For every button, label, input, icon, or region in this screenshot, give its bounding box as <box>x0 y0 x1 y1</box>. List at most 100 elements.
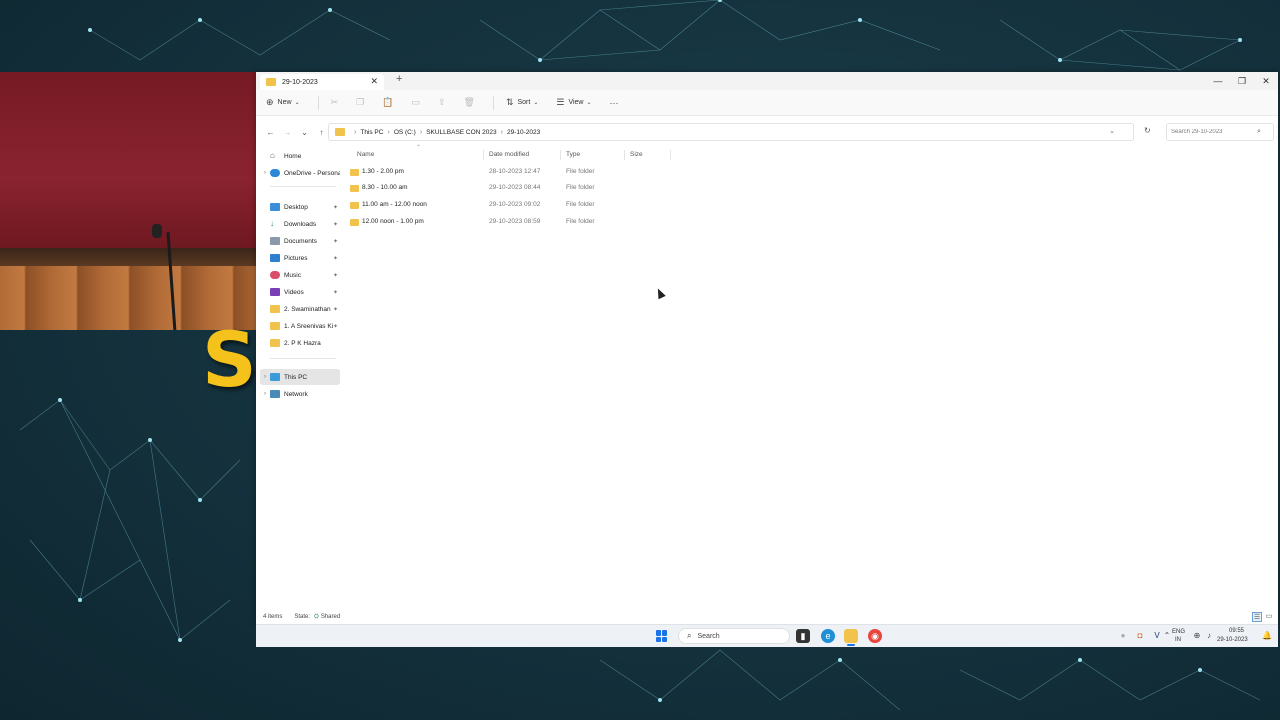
forward-button[interactable]: → <box>279 128 296 137</box>
view-icon: ☰ <box>556 97 565 107</box>
recent-locations-button[interactable]: ⌄ <box>296 128 313 137</box>
chevron-down-icon[interactable]: ⌄ <box>1109 127 1115 135</box>
nav-item-onedrive[interactable]: › OneDrive - Persona <box>260 165 340 181</box>
column-header-type[interactable]: Type <box>566 151 580 158</box>
chevron-right-icon[interactable]: › <box>260 391 270 397</box>
file-explorer-window: 29-10-2023 ✕ + — ❐ ✕ ⊕ New ⌄ ✂ ❐ 📋 ▭ ⇪ 🗑… <box>256 72 1278 624</box>
nav-item-music[interactable]: Music ✦ <box>260 267 340 283</box>
nav-item-downloads[interactable]: ↓ Downloads ✦ <box>260 216 340 232</box>
file-row[interactable]: 12.00 noon - 1.00 pm 29-10-2023 08:59 Fi… <box>350 215 680 231</box>
paste-button[interactable]: 📋 <box>382 97 397 108</box>
tiles-view-icon[interactable]: ▭ <box>1264 612 1274 622</box>
file-row[interactable]: 1.30 - 2.00 pm 28-10-2023 12:47 File fol… <box>350 165 680 181</box>
tray-office-icon[interactable]: ◘ <box>1135 631 1145 641</box>
column-divider[interactable] <box>560 150 561 160</box>
volume-icon[interactable]: ♪ <box>1204 631 1214 641</box>
computer-icon <box>270 373 280 381</box>
copy-button[interactable]: ❐ <box>356 97 368 108</box>
nav-label: 2. P K Hazra <box>284 339 321 347</box>
tab-current-folder[interactable]: 29-10-2023 ✕ <box>260 74 384 90</box>
column-header-name[interactable]: Name <box>357 151 374 158</box>
nav-item-videos[interactable]: Videos ✦ <box>260 284 340 300</box>
breadcrumb-skullbase[interactable]: SKULLBASE CON 2023 <box>426 129 496 136</box>
file-name: 11.00 am - 12.00 noon <box>362 201 427 208</box>
back-button[interactable]: ← <box>262 128 279 137</box>
column-divider[interactable] <box>670 150 671 160</box>
cloud-icon <box>270 169 280 177</box>
nav-item-sreenivas[interactable]: 1. A Sreenivas Ki ✦ <box>260 318 340 334</box>
file-name: 1.30 - 2.00 pm <box>362 168 404 175</box>
tray-overflow-icon[interactable]: ⌃ <box>1162 631 1172 641</box>
cut-button[interactable]: ✂ <box>331 97 343 108</box>
notification-bell-icon[interactable]: 🔔 <box>1262 631 1272 641</box>
folder-icon <box>270 339 280 347</box>
nav-item-swaminathan[interactable]: 2. Swaminathan ✦ <box>260 301 340 317</box>
clock-date[interactable]: 29-10-2023 <box>1217 637 1248 643</box>
region-indicator[interactable]: IN <box>1175 637 1181 643</box>
column-divider[interactable] <box>624 150 625 160</box>
column-header-size[interactable]: Size <box>630 151 643 158</box>
terminal-app-icon[interactable]: ▮ <box>796 629 810 643</box>
sort-up-icon: ⌃ <box>416 145 422 151</box>
minimize-button[interactable]: — <box>1206 72 1230 90</box>
more-options-button[interactable]: ··· <box>610 98 623 108</box>
file-explorer-icon[interactable] <box>844 629 858 646</box>
nav-item-documents[interactable]: Documents ✦ <box>260 233 340 249</box>
nav-label: Music <box>284 271 301 279</box>
tray-app-icon[interactable]: ● <box>1118 631 1128 641</box>
nav-item-home[interactable]: ⌂ Home <box>260 148 340 164</box>
details-view-icon[interactable]: ☰ <box>1252 612 1262 622</box>
chevron-right-icon[interactable]: › <box>260 374 270 380</box>
breadcrumb-current[interactable]: 29-10-2023 <box>507 129 540 136</box>
file-type: File folder <box>566 201 595 208</box>
language-indicator[interactable]: ENG <box>1172 629 1185 635</box>
rename-button[interactable]: ▭ <box>411 97 424 108</box>
windows-logo-tile <box>656 636 661 642</box>
divider <box>317 95 319 110</box>
tab-label: 29-10-2023 <box>282 78 318 86</box>
nav-item-desktop[interactable]: Desktop ✦ <box>260 199 340 215</box>
close-button[interactable]: ✕ <box>1254 72 1278 90</box>
delete-button[interactable]: 🗑 <box>464 97 479 108</box>
column-divider[interactable] <box>483 150 484 160</box>
video-rail <box>0 248 256 266</box>
tab-close-icon[interactable]: ✕ <box>370 76 378 87</box>
search-box[interactable]: ⌕ <box>1166 123 1274 141</box>
navigation-pane: ⌂ Home › OneDrive - Persona Desktop ✦ ↓ … <box>256 148 342 608</box>
nav-label: Desktop <box>284 203 308 211</box>
file-row[interactable]: 11.00 am - 12.00 noon 29-10-2023 09:02 F… <box>350 198 680 214</box>
nav-item-pictures[interactable]: Pictures ✦ <box>260 250 340 266</box>
pin-icon: ✦ <box>332 255 338 262</box>
chrome-browser-icon[interactable]: ◉ <box>868 629 882 643</box>
trash-icon: 🗑 <box>463 97 475 107</box>
nav-item-hazra[interactable]: 2. P K Hazra <box>260 335 340 351</box>
tray-v-icon[interactable]: V <box>1152 631 1162 641</box>
maximize-button[interactable]: ❐ <box>1230 72 1254 90</box>
nav-item-network[interactable]: › Network <box>260 386 340 402</box>
edge-browser-icon[interactable]: e <box>821 629 835 643</box>
share-button[interactable]: ⇪ <box>438 97 450 108</box>
view-button[interactable]: ☰ View ⌄ <box>556 97 595 108</box>
item-count: 4 items <box>263 614 283 620</box>
new-button[interactable]: ⊕ New ⌄ <box>266 97 304 108</box>
column-header-date[interactable]: Date modified <box>489 151 529 158</box>
nav-item-this-pc[interactable]: › This PC <box>260 369 340 385</box>
file-row[interactable]: 8.30 - 10.00 am 29-10-2023 08:44 File fo… <box>350 181 680 197</box>
taskbar: ⌕ Search ▮ e ◉ ● ◘ V ⌃ ENG IN ⊕ ♪ 09:55 … <box>256 624 1278 647</box>
taskbar-search[interactable]: ⌕ Search <box>678 628 790 644</box>
search-icon: ⌕ <box>1257 128 1261 135</box>
network-status-icon[interactable]: ⊕ <box>1192 631 1202 641</box>
address-bar[interactable]: › This PC › OS (C:) › SKULLBASE CON 2023… <box>328 123 1134 141</box>
file-type: File folder <box>566 218 595 225</box>
pin-icon: ✦ <box>332 204 338 211</box>
breadcrumb-os-c[interactable]: OS (C:) <box>394 129 416 136</box>
picture-icon <box>270 254 280 262</box>
clock-time[interactable]: 09:55 <box>1229 628 1244 634</box>
search-input[interactable] <box>1171 129 1257 135</box>
sort-button[interactable]: ⇅ Sort ⌄ <box>506 97 542 108</box>
refresh-icon[interactable]: ↻ <box>1144 126 1151 135</box>
new-tab-icon[interactable]: + <box>396 73 402 85</box>
breadcrumb-this-pc[interactable]: This PC <box>360 129 383 136</box>
start-button[interactable] <box>656 630 668 642</box>
chevron-right-icon[interactable]: › <box>260 170 270 176</box>
